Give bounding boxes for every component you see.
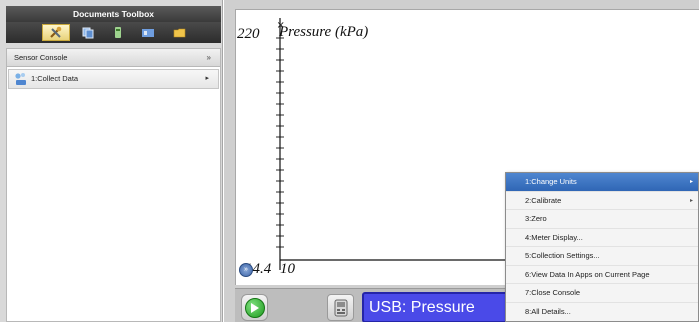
menu-item-change-units[interactable]: 1:Change Units ▸ xyxy=(506,173,698,192)
tools-icon xyxy=(50,26,62,38)
menu-item-label: 3:Zero xyxy=(525,214,547,223)
menu-item-label: 2:Calibrate xyxy=(525,195,562,205)
menu-item-label: 6:View Data In Apps on Current Page xyxy=(525,269,650,279)
sensor-console-title: Sensor Console xyxy=(14,53,68,62)
menu-item-collection-settings[interactable]: 5:Collection Settings... xyxy=(506,247,698,266)
tab-tools[interactable] xyxy=(42,24,70,41)
sensor-settings-button[interactable] xyxy=(327,294,354,321)
toolbox-tab-bar xyxy=(6,22,221,43)
toolbox-title: Documents Toolbox xyxy=(6,6,221,22)
toolbox-panel: Sensor Console » 1:Collect Data ▸ xyxy=(6,48,221,322)
documents-toolbox: Documents Toolbox Sensor Console » 1:Col… xyxy=(0,0,223,322)
submenu-arrow-icon: ▸ xyxy=(689,179,693,185)
sensor-device-icon xyxy=(334,299,347,316)
menu-item-view-data-in-apps[interactable]: 6:View Data In Apps on Current Page xyxy=(506,266,698,284)
start-collection-button[interactable] xyxy=(241,294,268,321)
sensor-meter-display[interactable]: USB: Pressure xyxy=(362,292,512,322)
window-zoom-icon[interactable]: » xyxy=(239,263,253,277)
tab-library[interactable] xyxy=(134,24,162,41)
menu-item-label: 7:Close Console xyxy=(525,288,581,297)
sensor-console-header[interactable]: Sensor Console » xyxy=(7,49,220,67)
collapse-icon[interactable]: » xyxy=(207,49,211,66)
menu-item-close-console[interactable]: 7:Close Console xyxy=(506,284,698,303)
menu-item-calibrate[interactable]: 2:Calibrate ▸ xyxy=(506,192,698,210)
y-axis-title: Pressure (kPa) xyxy=(279,24,369,40)
menu-item-zero[interactable]: 3:Zero xyxy=(506,210,698,229)
variables-icon xyxy=(115,27,121,38)
page-sorter-icon xyxy=(82,27,94,39)
submenu-arrow-icon: ▸ xyxy=(689,197,693,204)
submenu-arrow-icon: ▸ xyxy=(205,75,209,82)
menu-item-label: 4:Meter Display... xyxy=(525,232,583,242)
y-axis-max-label: 220 xyxy=(237,26,260,42)
tab-page-sorter[interactable] xyxy=(74,24,102,41)
x-axis-label-second: 10 xyxy=(280,261,295,277)
menu-item-label: 8:All Details... xyxy=(525,306,571,316)
tab-variables[interactable] xyxy=(104,24,132,41)
sensor-icon xyxy=(15,73,26,85)
collect-data-label: 1:Collect Data xyxy=(31,74,79,83)
menu-item-label: 1:Change Units xyxy=(525,177,577,186)
library-icon xyxy=(142,29,154,37)
collect-data-item[interactable]: 1:Collect Data ▸ xyxy=(8,69,219,89)
menu-item-all-details[interactable]: 8:All Details... xyxy=(506,303,698,322)
play-icon xyxy=(244,297,265,318)
folder-icon xyxy=(173,28,186,38)
tab-folder[interactable] xyxy=(166,24,194,41)
menu-item-label: 5:Collection Settings... xyxy=(525,251,600,260)
sensor-context-menu: 1:Change Units ▸ 2:Calibrate ▸ 3:Zero 4:… xyxy=(505,172,699,322)
menu-item-meter-display[interactable]: 4:Meter Display... xyxy=(506,229,698,247)
